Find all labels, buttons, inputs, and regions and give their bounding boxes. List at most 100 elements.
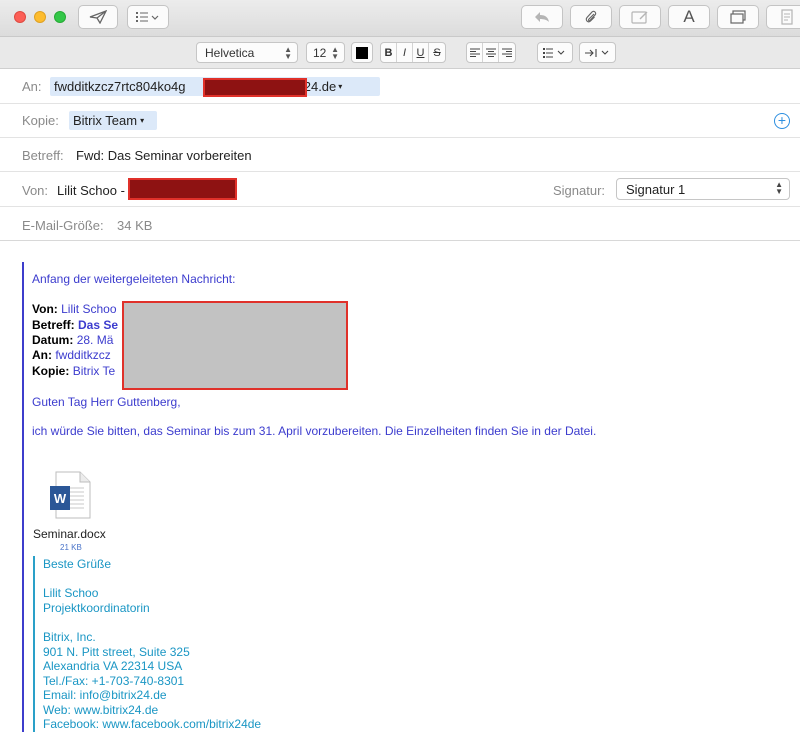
window-toolbar: A [0,0,800,37]
minimize-window-button[interactable] [34,11,46,23]
fwd-from-line: Von: Lilit Schoo [32,302,117,316]
alignment-group [466,42,516,63]
bold-button[interactable]: B [381,43,397,62]
signature-web[interactable]: Web: www.bitrix24.de [43,703,158,717]
signature-email[interactable]: Email: info@bitrix24.de [43,688,167,702]
indent-icon [584,48,608,57]
redaction-box [122,301,348,390]
align-center-icon [485,48,496,57]
underline-button[interactable]: U [413,43,429,62]
list-format-icon [135,11,161,23]
format-bar: Helvetica ▲ ▼ 12 ▲ ▼ B I U S [0,37,800,69]
reply-button[interactable] [521,5,563,29]
italic-button[interactable]: I [397,43,413,62]
subject-row: Betreff: Fwd: Das Seminar vorbereiten [0,138,800,172]
fwd-cc-label: Kopie: [32,364,70,378]
font-size-select[interactable]: 12 ▲ ▼ [306,42,345,63]
note-icon [780,9,794,25]
message-text: ich würde Sie bitten, das Seminar bis zu… [32,424,597,438]
word-icon-letter: W [54,491,67,506]
markup-icon [631,10,649,24]
from-label: Von: [22,183,49,198]
close-window-button[interactable] [14,11,26,23]
window-icon [730,10,746,24]
align-left-button[interactable] [467,43,483,62]
text-color-button[interactable] [351,42,373,63]
message-size-value: 34 KB [117,218,153,233]
fwd-to-value: fwdditkzcz [55,348,111,362]
chevron-down-icon: ▾ [338,82,343,91]
to-label: An: [22,79,42,94]
fwd-date-value: 28. Mä [76,333,114,347]
text-style-group: B I U S [380,42,446,63]
signature-city: Alexandria VA 22314 USA [43,659,183,673]
from-select[interactable]: Lilit Schoo - [57,183,125,198]
redaction-box [128,178,237,200]
redaction-box [203,78,307,97]
fwd-date-label: Datum: [32,333,74,347]
color-swatch-icon [356,46,368,59]
font-family-select[interactable]: Helvetica ▲ ▼ [196,42,298,63]
indent-select[interactable] [579,42,616,63]
message-size-label: E-Mail-Größe: [22,218,104,233]
signature-label: Signatur: [553,183,606,198]
align-center-button[interactable] [483,43,499,62]
font-letter-icon: A [683,7,695,26]
signature-facebook[interactable]: Facebook: www.facebook.com/bitrix24de [43,717,261,731]
fwd-from-label: Von: [32,302,58,316]
fwd-to-line: An: fwdditkzcz [32,348,111,362]
add-recipient-icon[interactable]: + [774,113,790,129]
chevron-down-icon: ▾ [140,116,145,125]
align-right-icon [502,48,512,57]
fwd-cc-line: Kopie: Bitrix Te [32,364,115,378]
list-style-select[interactable] [537,42,573,63]
to-address-prefix: fwdditkzcz7rtc804ko4g [54,79,186,94]
signature-select[interactable]: Signatur 1 ▲ ▼ [616,178,790,200]
chevron-updown-icon: ▲ ▼ [331,44,339,61]
cc-address-value: Bitrix Team [73,113,138,128]
signature-company: Bitrix, Inc. [43,630,96,644]
send-button[interactable] [78,5,118,29]
markup-button[interactable] [619,5,661,29]
cc-address-token[interactable]: Bitrix Team ▾ [69,111,157,130]
photo-browser-button[interactable] [717,5,759,29]
attach-button[interactable] [570,5,612,29]
paper-plane-icon [89,10,107,24]
signature-street: 901 N. Pitt street, Suite 325 [43,645,190,659]
fwd-cc-value: Bitrix Te [72,364,116,378]
signature-role: Projektkoordinatorin [43,601,150,615]
to-row: An: fwdditkzcz7rtc804ko4g itrix24.de ▾ [0,69,800,104]
forward-intro: Anfang der weitergeleiteten Nachricht: [32,272,236,286]
font-size-value: 12 [313,45,327,60]
font-family-value: Helvetica [205,45,255,60]
align-left-icon [469,48,480,57]
zoom-window-button[interactable] [54,11,66,23]
fwd-from-value: Lilit Schoo [61,302,117,316]
cc-row: Kopie: Bitrix Team ▾ + [0,104,800,138]
stationery-button[interactable] [766,5,800,29]
signature-value: Signatur 1 [626,181,686,197]
signature-bar [33,556,35,732]
chevron-updown-icon: ▲ ▼ [775,180,783,196]
signature-closing: Beste Grüße [43,557,112,571]
subject-label: Betreff: [22,148,64,163]
cc-label: Kopie: [22,113,59,128]
size-row: E-Mail-Größe: 34 KB [0,207,800,241]
list-format-button[interactable] [127,5,169,29]
attachment-filename[interactable]: Seminar.docx [33,527,106,541]
paperclip-icon [585,9,597,25]
fwd-to-label: An: [32,348,52,362]
subject-input[interactable]: Fwd: Das Seminar vorbereiten [76,148,252,163]
fonts-button[interactable]: A [668,5,710,29]
fwd-subject-label: Betreff: [32,318,75,332]
signature-phone: Tel./Fax: +1-703-740-8301 [43,674,185,688]
attachment-size: 21 KB [60,543,82,552]
signature-name: Lilit Schoo [43,586,99,600]
word-document-icon[interactable]: W [50,471,92,522]
fwd-subject-line: Betreff: Das Se [32,318,118,332]
strikethrough-button[interactable]: S [429,43,445,62]
from-row: Von: Lilit Schoo - Signatur: Signatur 1 … [0,172,800,207]
align-right-button[interactable] [499,43,515,62]
chevron-updown-icon: ▲ ▼ [284,44,292,61]
quote-bar [22,262,24,732]
